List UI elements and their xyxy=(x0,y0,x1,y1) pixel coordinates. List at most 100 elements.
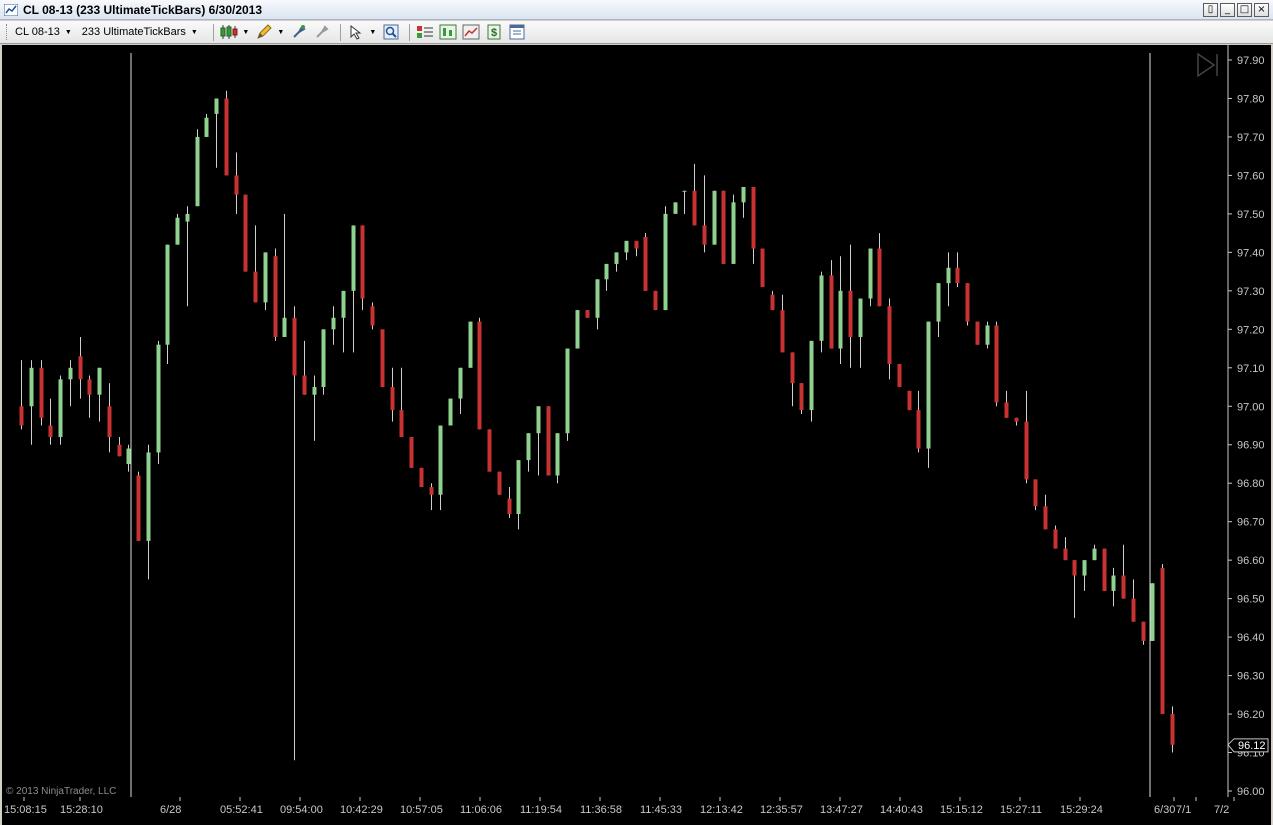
hand-tool-button[interactable] xyxy=(289,23,309,41)
dollar-button[interactable]: $ xyxy=(484,23,504,41)
scroll-end-icon xyxy=(1197,52,1216,78)
strategies-button[interactable] xyxy=(461,23,481,41)
indicators-button[interactable] xyxy=(438,23,458,41)
candle-body xyxy=(887,306,892,364)
price-tick-label: 96.20 xyxy=(1237,709,1265,721)
candle-body xyxy=(819,275,824,341)
minimize-button[interactable]: _ xyxy=(1220,3,1235,17)
price-axis[interactable]: 97.90 97.80 97.70 97.60 97.50 97.40 97.30 97.20… xyxy=(1228,55,1265,798)
toolbar-separator xyxy=(408,23,410,41)
candle xyxy=(682,190,687,214)
properties-button[interactable] xyxy=(507,23,527,41)
period-selector[interactable]: 233 UltimateTickBars ▼ xyxy=(82,26,198,38)
candlestick-style-button[interactable] xyxy=(219,23,239,41)
instrument-selector[interactable]: CL 08-13 ▼ xyxy=(15,26,72,38)
time-tick-label: 05:52:41 xyxy=(220,804,263,816)
candle-body xyxy=(399,410,404,438)
zoom-button[interactable] xyxy=(381,23,401,41)
toolbar-grip[interactable] xyxy=(6,24,9,40)
draw-tool-button[interactable] xyxy=(254,23,274,41)
current-price-label: 96.12 xyxy=(1238,740,1266,752)
strategy-tool-icon xyxy=(316,25,329,38)
candle xyxy=(565,348,570,441)
candle-body xyxy=(58,379,63,438)
pointer-button[interactable] xyxy=(346,23,366,41)
candle-body xyxy=(419,467,424,488)
price-tick-label: 97.80 xyxy=(1237,93,1265,105)
candle xyxy=(78,337,83,399)
candle-body xyxy=(604,263,609,280)
candle-body xyxy=(643,236,648,291)
candle xyxy=(634,240,639,257)
candle-body xyxy=(1082,560,1087,576)
scroll-to-end-button[interactable] xyxy=(1197,52,1218,78)
time-tick-label: 10:42:29 xyxy=(340,804,383,816)
price-tick-label: 96.90 xyxy=(1237,440,1265,452)
candle-body xyxy=(1131,598,1136,622)
candle xyxy=(673,202,678,214)
candle-body xyxy=(897,363,902,388)
candle xyxy=(790,352,795,407)
candle-body xyxy=(575,310,580,349)
candle xyxy=(409,437,414,468)
candle xyxy=(438,425,443,511)
candle xyxy=(1160,564,1165,715)
candle-body xyxy=(858,298,863,338)
maximize-button[interactable]: □ xyxy=(1237,3,1252,17)
restore-small-button[interactable]: ▯ xyxy=(1203,3,1218,17)
candle xyxy=(360,225,365,311)
toolbar-separator xyxy=(339,23,341,41)
time-axis[interactable]: 15:08:15 15:28:10 6/28 05:52:41 09:54:00 10:4… xyxy=(4,797,1235,816)
time-tick-label: 15:28:10 xyxy=(60,804,103,816)
candle xyxy=(507,487,512,518)
price-tick-label: 96.80 xyxy=(1237,478,1265,490)
candle-body xyxy=(312,387,317,395)
chart-toolbar: CL 08-13 ▼ 233 UltimateTickBars ▼ ▼ ▼ ▼ … xyxy=(0,21,1273,44)
candle-body xyxy=(877,248,882,307)
candle xyxy=(380,329,385,388)
strategies-icon xyxy=(462,24,480,40)
candle-body xyxy=(1043,506,1048,530)
candle-body xyxy=(477,321,482,430)
price-tick-label: 97.50 xyxy=(1237,209,1265,221)
candle xyxy=(838,256,843,364)
candle-body xyxy=(497,471,502,495)
candle-body xyxy=(380,329,385,388)
candle xyxy=(1063,537,1068,561)
candle xyxy=(273,248,278,341)
candle-body xyxy=(916,410,921,449)
candlestick-style-dropdown[interactable]: ▼ xyxy=(242,23,250,41)
pointer-dropdown[interactable]: ▼ xyxy=(369,23,377,41)
close-button[interactable]: × xyxy=(1254,3,1269,17)
strategy-tool-button[interactable] xyxy=(312,23,332,41)
candle-body xyxy=(760,248,765,287)
chart-trader-button[interactable] xyxy=(415,23,435,41)
candle xyxy=(224,90,229,176)
time-tick-label: 09:54:00 xyxy=(280,804,323,816)
candle xyxy=(1102,548,1107,591)
chevron-down-icon: ▼ xyxy=(190,28,198,36)
candle-body xyxy=(282,317,287,338)
candle xyxy=(48,398,53,445)
candle-body xyxy=(156,344,161,453)
candle-body xyxy=(390,387,395,411)
draw-tool-dropdown[interactable]: ▼ xyxy=(277,23,285,41)
candle-body xyxy=(1024,421,1029,480)
candle-body xyxy=(234,175,239,195)
price-tick-label: 97.70 xyxy=(1237,132,1265,144)
price-chart[interactable]: 97.90 97.80 97.70 97.60 97.50 97.40 97.30 97.20… xyxy=(2,45,1271,825)
candle-body xyxy=(507,498,512,514)
candle-body xyxy=(936,283,941,322)
candle xyxy=(829,260,834,349)
candle-body xyxy=(29,367,34,407)
price-tick-label: 96.30 xyxy=(1237,671,1265,683)
candle xyxy=(926,321,931,468)
chart-panel[interactable]: 97.90 97.80 97.70 97.60 97.50 97.40 97.30 97.20… xyxy=(0,45,1273,825)
candle-body xyxy=(429,487,434,495)
candle xyxy=(1141,621,1146,645)
candle xyxy=(614,252,619,272)
candle xyxy=(107,383,112,453)
candle-body xyxy=(1004,402,1009,418)
candle-body xyxy=(243,194,248,272)
candle xyxy=(1082,560,1087,591)
